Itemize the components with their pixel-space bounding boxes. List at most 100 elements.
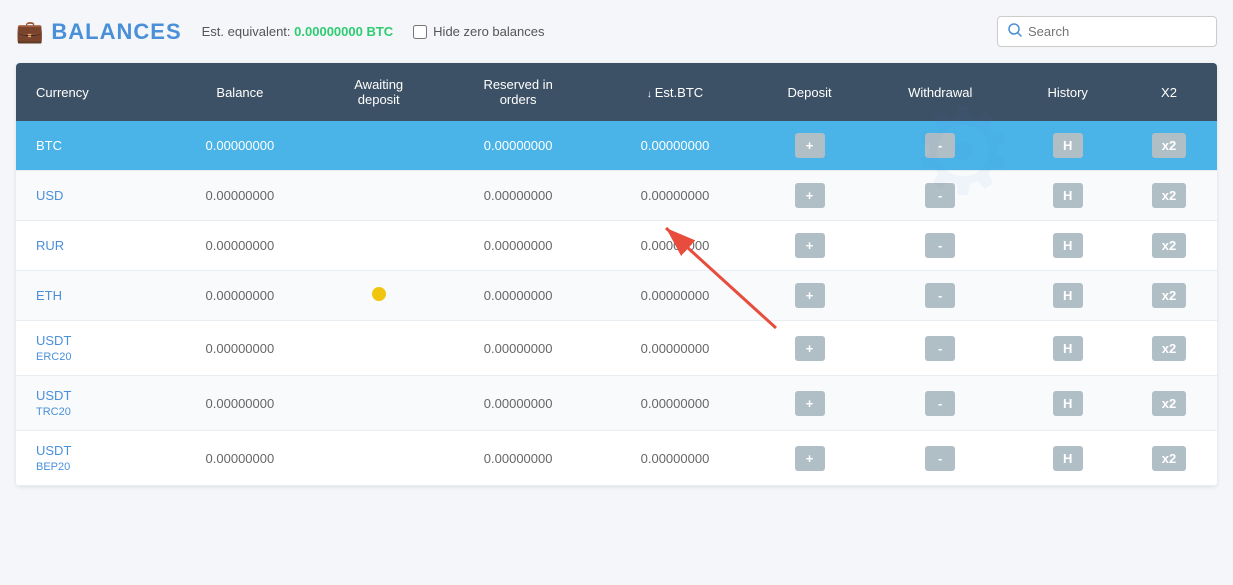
cell-reserved: 0.00000000: [439, 271, 596, 321]
cell-balance: 0.00000000: [162, 321, 318, 376]
withdrawal-button[interactable]: -: [925, 283, 955, 308]
x2-button[interactable]: x2: [1152, 183, 1186, 208]
hide-zero-checkbox[interactable]: [413, 25, 427, 39]
pending-dot: [372, 287, 386, 301]
withdrawal-button[interactable]: -: [925, 391, 955, 416]
cell-x2: x2: [1121, 221, 1217, 271]
col-reserved: Reserved inorders: [439, 63, 596, 121]
cell-deposit: +: [753, 321, 866, 376]
withdrawal-button[interactable]: -: [925, 133, 955, 158]
cell-estbtc: 0.00000000: [597, 171, 753, 221]
withdrawal-button[interactable]: -: [925, 446, 955, 471]
withdrawal-button[interactable]: -: [925, 183, 955, 208]
cell-balance: 0.00000000: [162, 271, 318, 321]
cell-withdrawal: -: [866, 221, 1015, 271]
x2-button[interactable]: x2: [1152, 233, 1186, 258]
deposit-button[interactable]: +: [795, 391, 825, 416]
x2-button[interactable]: x2: [1152, 283, 1186, 308]
table-header-row: Currency Balance Awaitingdeposit Reserve…: [16, 63, 1217, 121]
deposit-button[interactable]: +: [795, 233, 825, 258]
cell-estbtc: 0.00000000: [597, 376, 753, 431]
cell-awaiting: [318, 121, 439, 171]
x2-button[interactable]: x2: [1152, 336, 1186, 361]
cell-awaiting: [318, 431, 439, 486]
currency-link[interactable]: USDTTRC20: [36, 388, 71, 418]
currency-link[interactable]: USD: [36, 188, 63, 203]
col-deposit: Deposit: [753, 63, 866, 121]
cell-awaiting: [318, 321, 439, 376]
cell-reserved: 0.00000000: [439, 121, 596, 171]
deposit-button[interactable]: +: [795, 183, 825, 208]
table-row: USD0.000000000.000000000.00000000+-Hx2: [16, 171, 1217, 221]
cell-deposit: +: [753, 221, 866, 271]
deposit-button[interactable]: +: [795, 283, 825, 308]
cell-awaiting: [318, 221, 439, 271]
search-box: [997, 16, 1217, 47]
col-x2: X2: [1121, 63, 1217, 121]
col-currency: Currency: [16, 63, 162, 121]
currency-link[interactable]: USDTERC20: [36, 333, 71, 363]
currency-link[interactable]: USDTBEP20: [36, 443, 71, 473]
history-button[interactable]: H: [1053, 391, 1083, 416]
cell-history: H: [1014, 171, 1121, 221]
title-area: 💼 BALANCES: [16, 19, 182, 45]
cell-x2: x2: [1121, 321, 1217, 376]
cell-x2: x2: [1121, 171, 1217, 221]
withdrawal-button[interactable]: -: [925, 336, 955, 361]
x2-button[interactable]: x2: [1152, 391, 1186, 416]
cell-withdrawal: -: [866, 171, 1015, 221]
wallet-icon: 💼: [16, 19, 43, 45]
cell-currency: USDTBEP20: [16, 431, 162, 486]
cell-withdrawal: -: [866, 321, 1015, 376]
x2-button[interactable]: x2: [1152, 446, 1186, 471]
col-balance: Balance: [162, 63, 318, 121]
cell-balance: 0.00000000: [162, 121, 318, 171]
cell-deposit: +: [753, 431, 866, 486]
cell-withdrawal: -: [866, 431, 1015, 486]
cell-reserved: 0.00000000: [439, 376, 596, 431]
cell-x2: x2: [1121, 271, 1217, 321]
cell-awaiting: [318, 171, 439, 221]
cell-withdrawal: -: [866, 376, 1015, 431]
cell-balance: 0.00000000: [162, 431, 318, 486]
x2-button[interactable]: x2: [1152, 133, 1186, 158]
deposit-button[interactable]: +: [795, 336, 825, 361]
cell-reserved: 0.00000000: [439, 321, 596, 376]
currency-link[interactable]: BTC: [36, 138, 62, 153]
cell-withdrawal: -: [866, 121, 1015, 171]
table-row: USDTBEP200.000000000.000000000.00000000+…: [16, 431, 1217, 486]
withdrawal-button[interactable]: -: [925, 233, 955, 258]
cell-deposit: +: [753, 271, 866, 321]
cell-history: H: [1014, 121, 1121, 171]
history-button[interactable]: H: [1053, 336, 1083, 361]
history-button[interactable]: H: [1053, 283, 1083, 308]
deposit-button[interactable]: +: [795, 446, 825, 471]
hide-zero-label: Hide zero balances: [433, 24, 544, 39]
cell-currency: ETH: [16, 271, 162, 321]
table-row: USDTTRC200.000000000.000000000.00000000+…: [16, 376, 1217, 431]
cell-reserved: 0.00000000: [439, 221, 596, 271]
currency-link[interactable]: RUR: [36, 238, 64, 253]
cell-deposit: +: [753, 171, 866, 221]
col-history: History: [1014, 63, 1121, 121]
deposit-button[interactable]: +: [795, 133, 825, 158]
cell-deposit: +: [753, 121, 866, 171]
col-withdrawal: Withdrawal: [866, 63, 1015, 121]
cell-reserved: 0.00000000: [439, 171, 596, 221]
cell-reserved: 0.00000000: [439, 431, 596, 486]
est-equivalent: Est. equivalent: 0.00000000 BTC: [202, 24, 394, 39]
cell-estbtc: 0.00000000: [597, 221, 753, 271]
cell-x2: x2: [1121, 376, 1217, 431]
header: 💼 BALANCES Est. equivalent: 0.00000000 B…: [16, 16, 1217, 47]
cell-awaiting: [318, 271, 439, 321]
history-button[interactable]: H: [1053, 183, 1083, 208]
history-button[interactable]: H: [1053, 446, 1083, 471]
cell-x2: x2: [1121, 431, 1217, 486]
cell-history: H: [1014, 221, 1121, 271]
history-button[interactable]: H: [1053, 233, 1083, 258]
search-input[interactable]: [1028, 24, 1206, 39]
history-button[interactable]: H: [1053, 133, 1083, 158]
page-wrapper: 💼 BALANCES Est. equivalent: 0.00000000 B…: [0, 0, 1233, 502]
page-title: BALANCES: [51, 19, 181, 45]
currency-link[interactable]: ETH: [36, 288, 62, 303]
